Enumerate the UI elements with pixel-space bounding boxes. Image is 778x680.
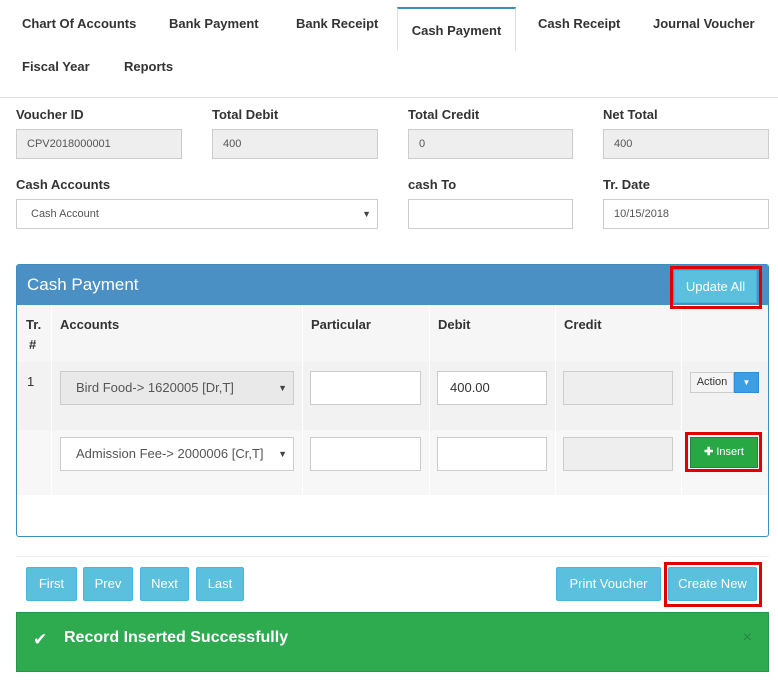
voucher-id-label: Voucher ID [16,107,84,122]
credit-input[interactable] [563,437,673,471]
tab-bank-payment[interactable]: Bank Payment [169,0,259,40]
highlight-box [664,562,762,607]
cash-accounts-value: Cash Account [31,208,99,220]
action-button[interactable]: Action [690,372,734,393]
divider [16,556,769,557]
column-divider [681,305,682,495]
first-button[interactable]: First [26,567,77,601]
check-icon: ✔ [33,630,48,649]
chevron-down-icon: ▼ [278,449,287,459]
tab-fiscal-year[interactable]: Fiscal Year [22,43,90,83]
col-credit-header: Credit [564,317,602,332]
highlight-box [670,266,762,309]
panel-header: Cash Payment [17,265,768,305]
cash-accounts-label: Cash Accounts [16,177,111,192]
tab-cash-payment[interactable]: Cash Payment [397,7,516,51]
column-divider [429,305,430,495]
debit-input[interactable]: 400.00 [437,371,547,405]
next-button[interactable]: Next [140,567,189,601]
column-divider [302,305,303,495]
close-icon[interactable]: × [743,629,752,647]
account-select-value: Bird Food-> 1620005 [Dr,T] [76,380,234,395]
cash-to-field[interactable] [408,199,573,229]
column-divider [51,305,52,495]
net-total-label: Net Total [603,107,658,122]
print-voucher-button[interactable]: Print Voucher [556,567,661,601]
row-number: 1 [27,374,35,389]
success-alert: ✔ Record Inserted Successfully × [16,612,769,672]
tab-reports[interactable]: Reports [124,43,173,83]
particular-input[interactable] [310,437,421,471]
col-particular-header: Particular [311,317,371,332]
cash-to-label: cash To [408,177,457,192]
account-select[interactable]: Admission Fee-> 2000006 [Cr,T] ▼ [60,437,294,471]
total-credit-field[interactable]: 0 [408,129,573,159]
col-tr-hash: # [29,337,37,352]
col-accounts-header: Accounts [60,317,120,332]
last-button[interactable]: Last [196,567,244,601]
prev-button[interactable]: Prev [83,567,133,601]
tab-chart-of-accounts[interactable]: Chart Of Accounts [22,0,136,40]
alert-message: Record Inserted Successfully [64,629,289,646]
col-tr-header: Tr. [26,317,42,332]
total-debit-field[interactable]: 400 [212,129,378,159]
account-select-value: Admission Fee-> 2000006 [Cr,T] [76,446,264,461]
caret-down-icon: ▼ [742,378,751,387]
col-debit-header: Debit [438,317,471,332]
tr-date-label: Tr. Date [603,177,650,192]
cash-accounts-select[interactable]: Cash Account ▼ [16,199,378,229]
total-credit-label: Total Credit [408,107,480,122]
net-total-field[interactable]: 400 [603,129,769,159]
particular-input[interactable] [310,371,421,405]
highlight-box [685,432,762,472]
credit-input[interactable] [563,371,673,405]
total-debit-label: Total Debit [212,107,279,122]
action-dropdown-toggle[interactable]: ▼ [734,372,759,393]
account-select[interactable]: Bird Food-> 1620005 [Dr,T] ▼ [60,371,294,405]
chevron-down-icon: ▼ [362,209,371,219]
column-divider [555,305,556,495]
tab-bank-receipt[interactable]: Bank Receipt [296,0,378,40]
chevron-down-icon: ▼ [278,383,287,393]
panel-title: Cash Payment [27,275,139,294]
voucher-id-field[interactable]: CPV2018000001 [16,129,182,159]
tab-bar: Chart Of Accounts Bank Payment Bank Rece… [0,0,778,98]
tab-journal-voucher[interactable]: Journal Voucher [653,0,755,40]
tab-cash-receipt[interactable]: Cash Receipt [538,0,620,40]
cash-payment-panel: Cash Payment Tr. # Accounts Particular D… [16,264,769,537]
tr-date-field[interactable]: 10/15/2018 [603,199,769,229]
table-header-row [17,305,768,362]
debit-input[interactable] [437,437,547,471]
